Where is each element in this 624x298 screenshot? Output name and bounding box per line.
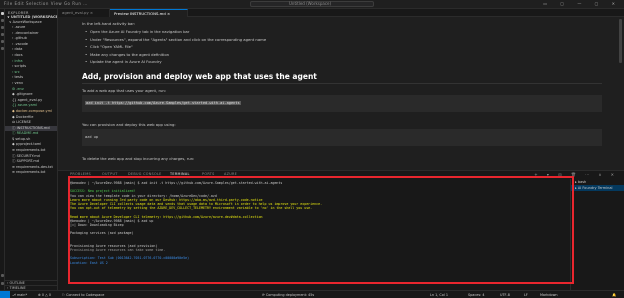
panel-tabs: PROBLEMS OUTPUT DEBUG CONSOLE TERMINAL P… <box>58 171 624 179</box>
azure-icon[interactable] <box>1 47 4 50</box>
tab-ports[interactable]: PORTS <box>202 172 215 176</box>
encoding-status[interactable]: UTF-8 <box>500 293 510 297</box>
file-tree-item[interactable]: ◆ docker-compose.yml <box>5 109 57 115</box>
editor-tabs: agent_eval.py × Preview INSTRUCTIONS.md … <box>58 9 624 17</box>
terminal-line: Location: East US 2 <box>70 260 108 265</box>
markdown-preview: In the left-hand activity bar: Open the … <box>58 17 624 170</box>
source-control-icon[interactable] <box>1 26 4 29</box>
run-debug-icon[interactable] <box>1 33 4 36</box>
cursor-position[interactable]: Ln 1, Col 1 <box>430 293 448 297</box>
menu-bar[interactable]: File Edit Selection View Go Run … <box>4 1 88 6</box>
language-status[interactable]: Markdown <box>540 293 558 297</box>
list-item: Open the Azure AI Foundry tab in the nav… <box>82 28 602 36</box>
panel-actions[interactable]: + ▾ ⊟ 🗑 ⋯ ∧ ✕ <box>534 172 618 177</box>
title-bar: File Edit Selection View Go Run … Untitl… <box>0 0 624 9</box>
extensions-icon[interactable] <box>1 40 4 43</box>
tab-terminal[interactable]: TERMINAL <box>170 172 190 177</box>
terminal-list: ▸ bash ▸ AI Foundry Terminal <box>570 179 624 291</box>
code-text: azd init -t https://github.com/Azure-Sam… <box>85 100 241 105</box>
sidebar-bottom-sections: › OUTLINE › TIMELINE <box>5 280 57 290</box>
window-controls[interactable]: ▭ ▢ — ▢ ✕ <box>543 1 621 6</box>
command-center-label: Untitled (Workspace) <box>289 1 332 6</box>
tab-azure[interactable]: AZURE <box>224 172 237 176</box>
tab-preview-instructions[interactable]: Preview INSTRUCTIONS.md × <box>110 9 188 17</box>
status-bar: ⎇ main* ⊗ 0 △ 0 ⚐ Connect to Codespace ⟳… <box>0 290 624 298</box>
preview-intro: In the left-hand activity bar: <box>82 21 136 26</box>
list-item: Under "Resources", expand the "Agents" s… <box>82 36 602 44</box>
terminal-output[interactable]: @beaudev | ~/AzureDev-9988 (main) $ azd … <box>58 179 568 289</box>
problems-status[interactable]: ⊗ 0 △ 0 <box>38 293 51 297</box>
remote-indicator[interactable] <box>0 291 10 298</box>
tab-problems[interactable]: PROBLEMS <box>70 172 91 176</box>
file-tree-item[interactable]: ≡ requirements.txt <box>5 170 57 176</box>
deployment-status: ⟳ Computing deployment: 45s <box>262 292 315 297</box>
command-center-search[interactable]: Untitled (Workspace) <box>250 1 374 7</box>
branch-status[interactable]: ⎇ main* <box>12 293 27 297</box>
codespace-status[interactable]: ⚐ Connect to Codespace <box>62 293 104 297</box>
account-icon[interactable] <box>1 274 4 277</box>
paragraph: To delete the web app and stop incurring… <box>82 155 195 161</box>
indent-status[interactable]: Spaces: 4 <box>468 293 484 297</box>
code-block[interactable]: azd up <box>82 128 602 146</box>
explorer-icon[interactable] <box>1 12 4 15</box>
section-heading: Add, provision and deploy web app that u… <box>82 70 602 84</box>
tab-output[interactable]: OUTPUT <box>102 172 118 176</box>
preview-scrollbar[interactable] <box>619 19 622 63</box>
tab-agent-eval[interactable]: agent_eval.py × <box>58 9 110 17</box>
explorer-sidebar: EXPLORER ∨ UNTITLED (WORKSPACE) ∨ AzureW… <box>5 9 58 290</box>
list-item: Click "Open YAML File" <box>82 43 602 51</box>
list-item: Update the agent in Azure AI Foundry <box>82 58 602 66</box>
code-text: azd up <box>85 134 98 139</box>
list-item: Make any changes to the agent definition <box>82 51 602 59</box>
bottom-panel: PROBLEMS OUTPUT DEBUG CONSOLE TERMINAL P… <box>58 170 624 291</box>
gear-icon[interactable] <box>1 282 4 285</box>
paragraph: You can provision and deploy this web ap… <box>82 121 176 127</box>
tab-debug-console[interactable]: DEBUG CONSOLE <box>128 172 162 176</box>
paragraph: To add a web app that uses your agent, r… <box>82 87 167 93</box>
bell-icon[interactable]: 🔔 <box>612 293 616 297</box>
code-block[interactable]: azd init -t https://github.com/Azure-Sam… <box>82 94 602 112</box>
file-tree: › .azure › .devcontainer › .github › .vscod… <box>5 25 57 176</box>
terminal-ai-foundry[interactable]: ▸ AI Foundry Terminal <box>571 185 624 191</box>
eol-status[interactable]: LF <box>524 293 528 297</box>
search-icon[interactable] <box>1 19 4 22</box>
